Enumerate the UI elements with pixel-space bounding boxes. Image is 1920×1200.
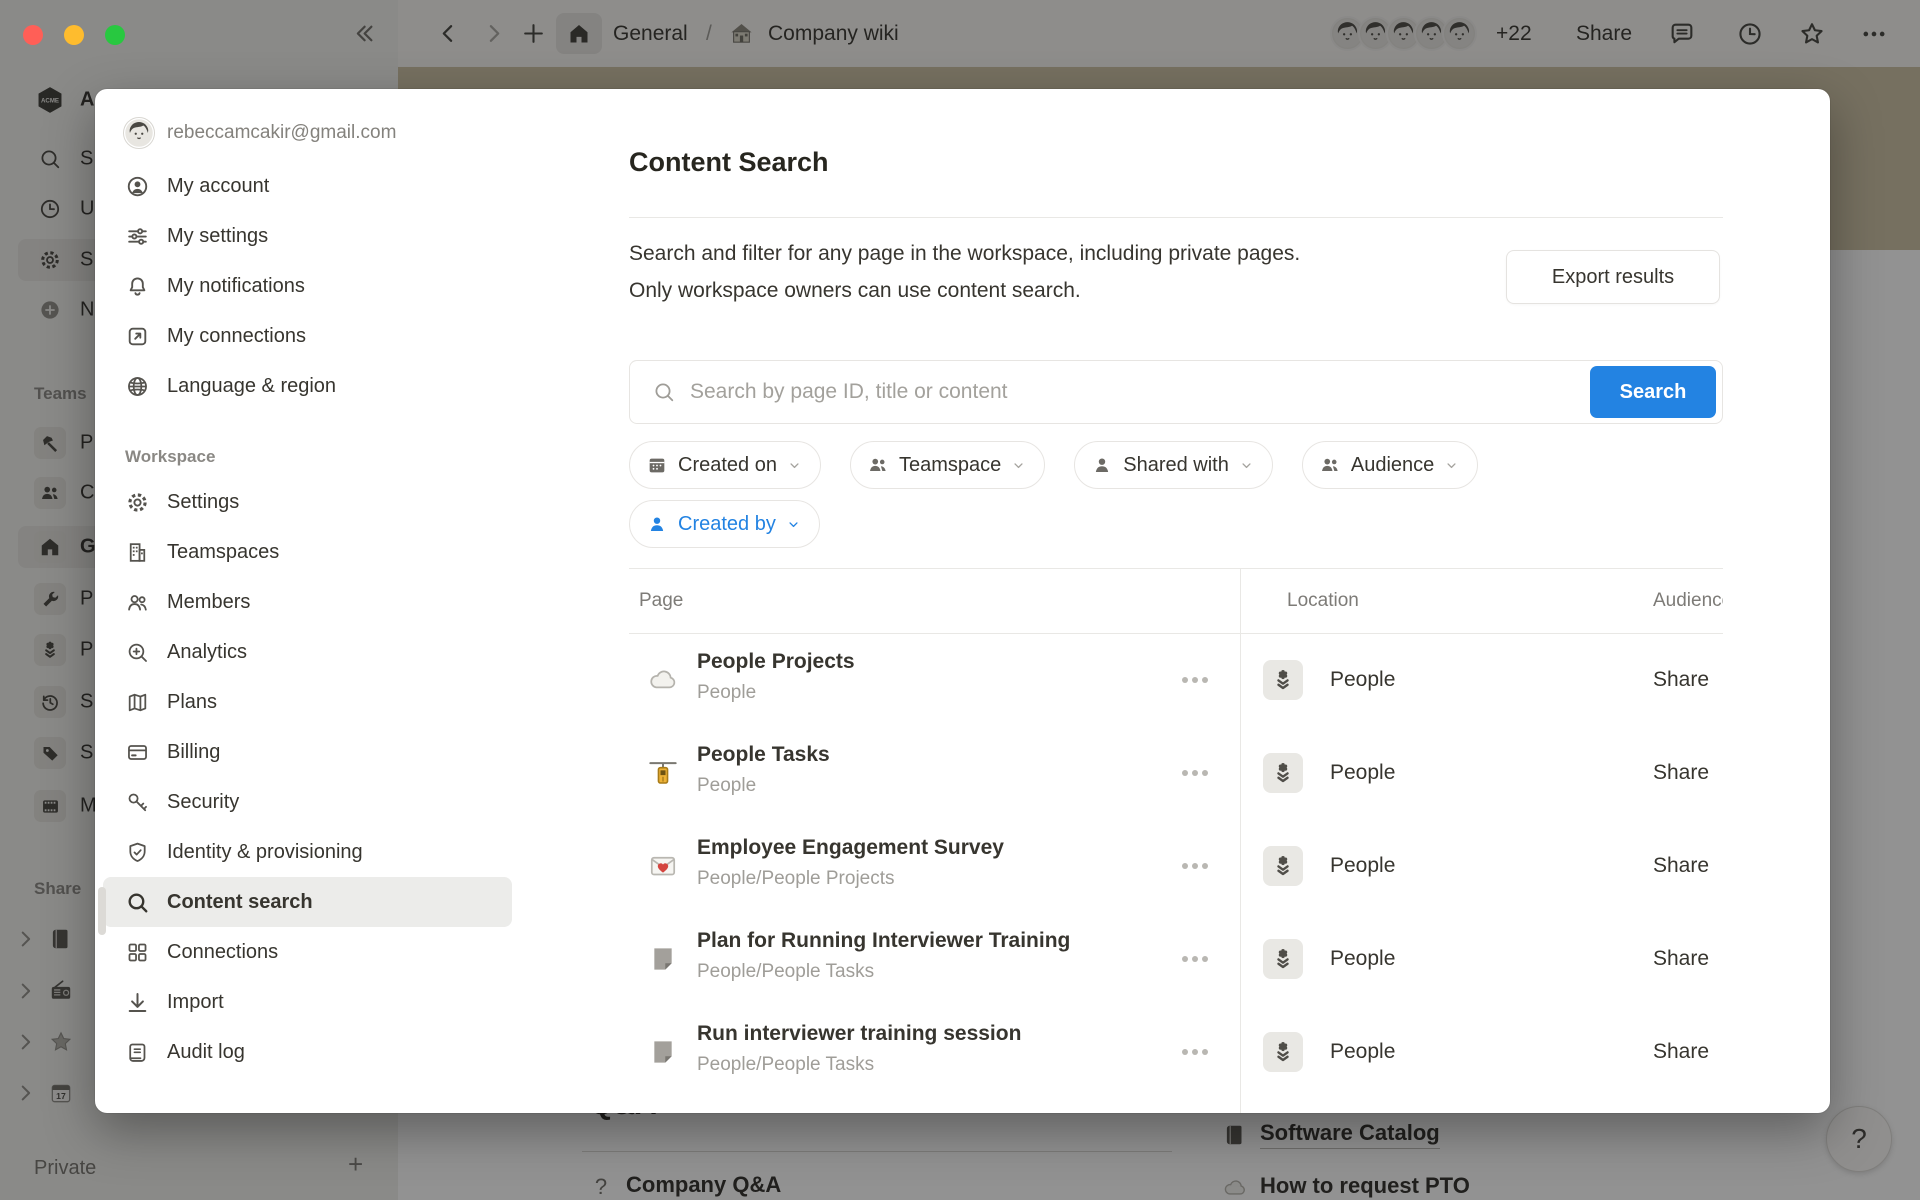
chevron-down-icon xyxy=(1239,458,1254,473)
teamspace-flower-icon xyxy=(1263,660,1303,700)
menu-item-my-notifications[interactable]: My notifications xyxy=(103,261,512,311)
menu-item-my-settings[interactable]: My settings xyxy=(103,211,512,261)
menu-item-content-search[interactable]: Content search xyxy=(103,877,512,927)
filter-teamspace[interactable]: Teamspace xyxy=(850,441,1045,489)
person-circle-icon xyxy=(125,174,150,199)
account-email: rebeccamcakir@gmail.com xyxy=(167,122,396,144)
close-window-button[interactable] xyxy=(23,25,43,45)
row-menu-button[interactable] xyxy=(1175,945,1215,973)
filter-audience[interactable]: Audience xyxy=(1302,441,1478,489)
account-header: rebeccamcakir@gmail.com xyxy=(95,105,520,161)
location-column-header: Location xyxy=(1287,590,1359,612)
zoom-window-button[interactable] xyxy=(105,25,125,45)
memo-page-icon xyxy=(647,1036,679,1068)
teamspace-flower-icon xyxy=(1263,939,1303,979)
screen: General / Company wiki +22 Share A S xyxy=(0,0,1920,1200)
chevron-down-icon xyxy=(1011,458,1026,473)
table-row[interactable]: Run interviewer training session People/… xyxy=(520,1005,1830,1098)
people-icon xyxy=(867,454,889,476)
user-avatar xyxy=(123,117,155,149)
row-menu-button[interactable] xyxy=(1175,852,1215,880)
search-bar: Search xyxy=(629,360,1723,424)
menu-item-settings[interactable]: Settings xyxy=(103,477,512,527)
menu-item-my-connections[interactable]: My connections xyxy=(103,311,512,361)
filter-created-on[interactable]: Created on xyxy=(629,441,821,489)
description: Search and filter for any page in the wo… xyxy=(629,235,1300,309)
row-menu-button[interactable] xyxy=(1175,666,1215,694)
menu-item-teamspaces[interactable]: Teamspaces xyxy=(103,527,512,577)
menu-item-analytics[interactable]: Analytics xyxy=(103,627,512,677)
cloud-icon xyxy=(647,664,679,696)
menu-item-security[interactable]: Security xyxy=(103,777,512,827)
arrow-up-right-box-icon xyxy=(125,324,150,349)
row-menu-button[interactable] xyxy=(1175,759,1215,787)
audience-column-header: Audience xyxy=(1653,590,1723,612)
row-menu-button[interactable] xyxy=(1175,1038,1215,1066)
people-icon xyxy=(1319,454,1341,476)
table-row[interactable]: Employee Engagement Survey People/People… xyxy=(520,819,1830,912)
table-row[interactable]: Plan for Running Interviewer Training Pe… xyxy=(520,912,1830,1005)
scroll-icon xyxy=(125,1040,150,1065)
search-plus-icon xyxy=(125,640,150,665)
settings-dialog: rebeccamcakir@gmail.com My account My se… xyxy=(95,89,1830,1113)
page-title: Content Search xyxy=(629,147,829,178)
menu-item-identity-provisioning[interactable]: Identity & provisioning xyxy=(103,827,512,877)
search-icon xyxy=(652,380,676,404)
arrow-down-icon xyxy=(125,990,150,1015)
search-input[interactable] xyxy=(690,380,1590,404)
menu-item-plans[interactable]: Plans xyxy=(103,677,512,727)
people-icon xyxy=(125,590,150,615)
teamspace-flower-icon xyxy=(1263,846,1303,886)
search-button[interactable]: Search xyxy=(1590,366,1716,418)
window-controls[interactable] xyxy=(23,25,125,45)
sliders-icon xyxy=(125,224,150,249)
table-row[interactable]: People Tasks People People Share xyxy=(520,726,1830,819)
teamspace-flower-icon xyxy=(1263,753,1303,793)
tram-icon xyxy=(647,757,679,789)
menu-item-audit-log[interactable]: Audit log xyxy=(103,1027,512,1077)
scrollbar-thumb[interactable] xyxy=(98,887,106,935)
globe-icon xyxy=(125,374,150,399)
export-results-button[interactable]: Export results xyxy=(1506,250,1720,304)
menu-item-billing[interactable]: Billing xyxy=(103,727,512,777)
filter-shared-with[interactable]: Shared with xyxy=(1074,441,1273,489)
grid-icon xyxy=(125,940,150,965)
chevron-down-icon xyxy=(786,517,801,532)
table-top-border xyxy=(629,568,1723,569)
menu-item-language-region[interactable]: Language & region xyxy=(103,361,512,411)
person-icon xyxy=(646,513,668,535)
memo-page-icon xyxy=(647,943,679,975)
menu-item-members[interactable]: Members xyxy=(103,577,512,627)
love-letter-icon xyxy=(647,850,679,882)
bell-icon xyxy=(125,274,150,299)
minimize-window-button[interactable] xyxy=(64,25,84,45)
menu-item-my-account[interactable]: My account xyxy=(103,161,512,211)
content-search-panel: Content Search Search and filter for any… xyxy=(520,89,1830,1113)
filter-created-by[interactable]: Created by xyxy=(629,500,820,548)
settings-menu: rebeccamcakir@gmail.com My account My se… xyxy=(95,89,520,1113)
teamspace-flower-icon xyxy=(1263,1032,1303,1072)
filter-chips: Created on Teamspace Shared with Audienc… xyxy=(629,441,1478,489)
chevron-down-icon xyxy=(787,458,802,473)
menu-item-connections[interactable]: Connections xyxy=(103,927,512,977)
chevron-down-icon xyxy=(1444,458,1459,473)
page-column-header: Page xyxy=(639,590,683,612)
map-icon xyxy=(125,690,150,715)
table-row[interactable]: People Projects People People Share xyxy=(520,633,1830,726)
menu-item-import[interactable]: Import xyxy=(103,977,512,1027)
building-icon xyxy=(125,540,150,565)
search-icon xyxy=(125,890,150,915)
key-icon xyxy=(125,790,150,815)
gear-icon xyxy=(125,490,150,515)
divider xyxy=(629,217,1723,218)
calendar-icon xyxy=(646,454,668,476)
person-icon xyxy=(1091,454,1113,476)
shield-check-icon xyxy=(125,840,150,865)
menu-section-workspace: Workspace xyxy=(95,437,520,477)
credit-card-icon xyxy=(125,740,150,765)
